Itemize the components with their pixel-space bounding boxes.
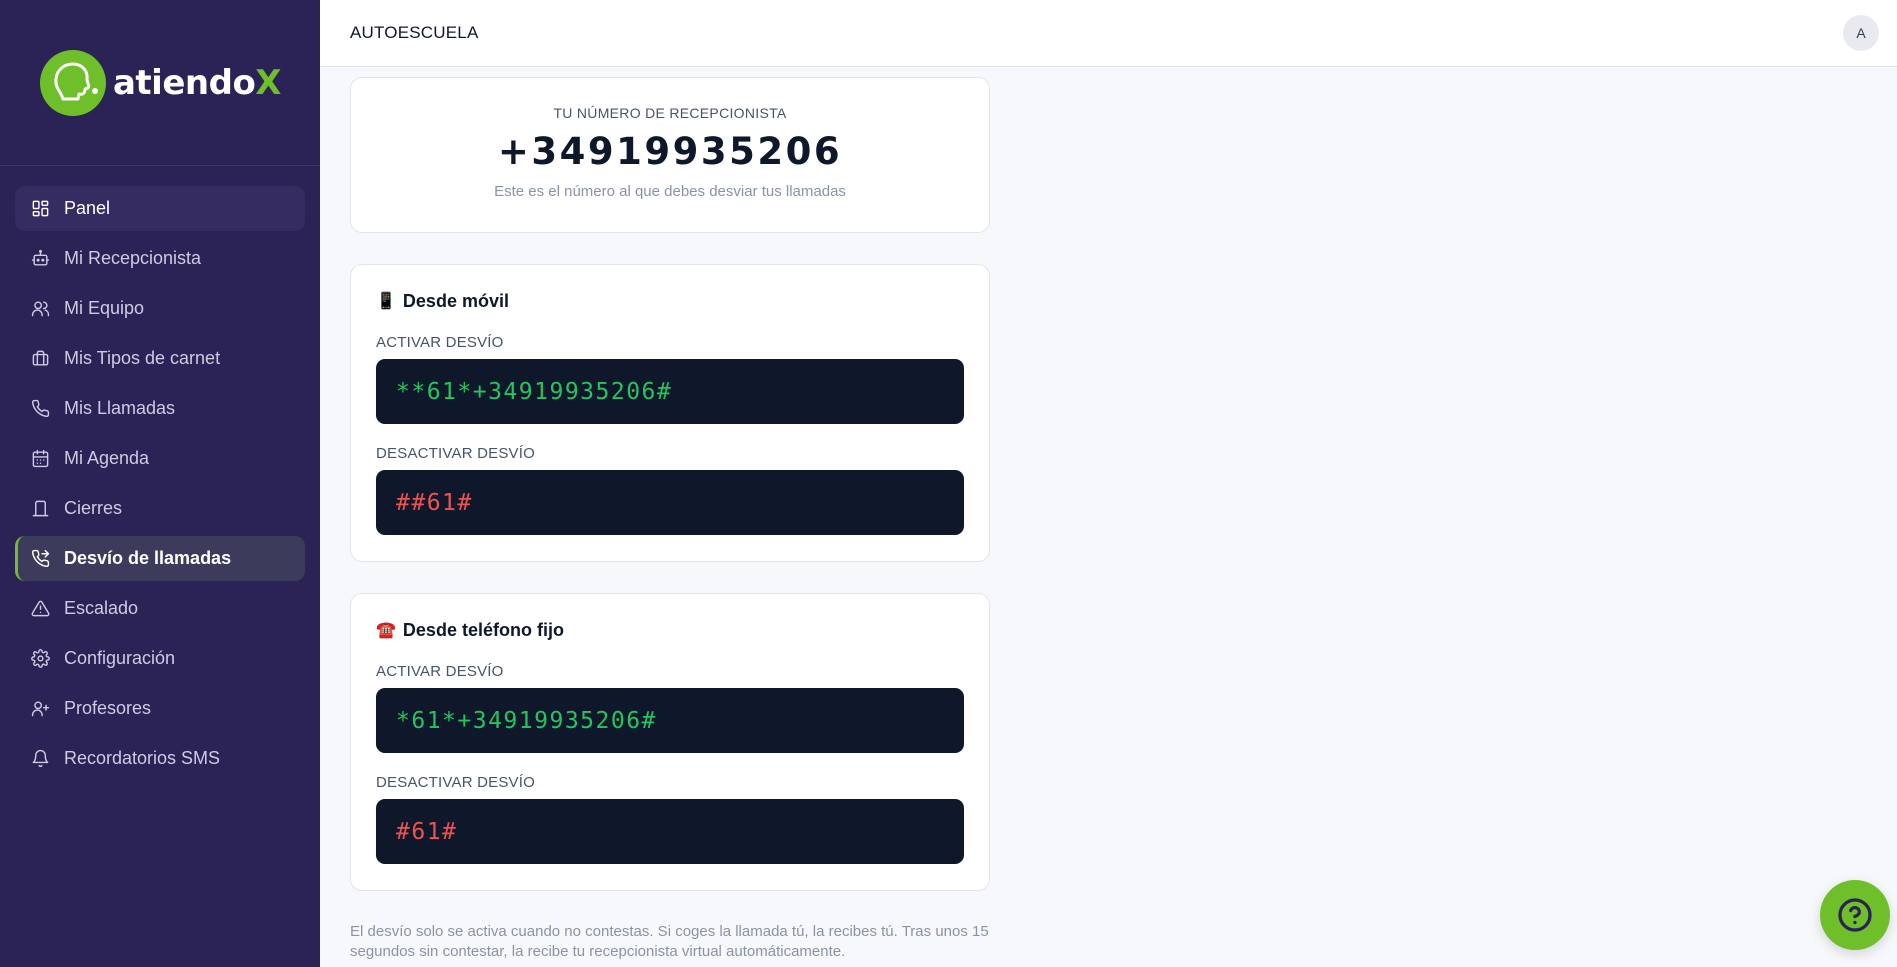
help-circle-icon — [1838, 898, 1872, 932]
alert-triangle-icon — [30, 599, 50, 619]
mobile-phone-icon: 📱 — [376, 293, 396, 310]
receptionist-number-hint: Este es el número al que debes desviar t… — [494, 183, 846, 200]
mobile-activate-label: ACTIVAR DESVÍO — [376, 334, 504, 351]
sidebar-item-label: Cierres — [64, 498, 123, 518]
phone-forward-icon — [30, 549, 50, 569]
robot-icon — [30, 249, 50, 269]
landline-deactivate-label: DESACTIVAR DESVÍO — [376, 774, 535, 791]
sidebar-item-label: Panel — [64, 198, 111, 218]
sidebar-item-escalado[interactable]: Escalado — [15, 586, 305, 631]
mobile-deactivate-code[interactable]: ##61# — [376, 470, 964, 535]
brand-accent: X — [255, 62, 282, 103]
sidebar-nav: Panel Mi Recepcionista Mi Equipo Mis Tip… — [0, 166, 320, 781]
sidebar-item-label: Recordatorios SMS — [64, 748, 221, 768]
briefcase-icon — [30, 349, 50, 369]
landline-forwarding-title: ☎️ Desde teléfono fijo — [376, 619, 964, 641]
logo-area: atiendoX — [0, 0, 320, 166]
sidebar-item-label: Mi Recepcionista — [64, 248, 202, 268]
avatar[interactable]: A — [1843, 15, 1879, 51]
gear-icon — [30, 649, 50, 669]
help-button[interactable] — [1820, 880, 1890, 950]
sidebar-item-profesores[interactable]: Profesores — [15, 686, 305, 731]
mobile-forwarding-card: 📱 Desde móvil ACTIVAR DESVÍO **61*+34919… — [350, 264, 990, 562]
telephone-icon: ☎️ — [376, 622, 396, 639]
sidebar-item-configuracion[interactable]: Configuración — [15, 636, 305, 681]
sidebar-item-panel[interactable]: Panel — [15, 186, 305, 231]
mobile-activate-code[interactable]: **61*+34919935206# — [376, 359, 964, 424]
main-content: TU NÚMERO DE RECEPCIONISTA +34919935206 … — [350, 77, 990, 962]
sidebar-item-mi-agenda[interactable]: Mi Agenda — [15, 436, 305, 481]
sidebar-item-mi-recepcionista[interactable]: Mi Recepcionista — [15, 236, 305, 281]
sidebar-item-mi-equipo[interactable]: Mi Equipo — [15, 286, 305, 331]
sidebar-item-desvio-de-llamadas[interactable]: Desvío de llamadas — [15, 536, 305, 581]
brand-name: atiendoX — [112, 62, 282, 103]
closure-icon — [30, 499, 50, 519]
brand-logo[interactable]: atiendoX — [39, 49, 282, 117]
landline-deactivate-code[interactable]: #61# — [376, 799, 964, 864]
sidebar-item-label: Mi Agenda — [64, 448, 150, 468]
sidebar-item-mis-llamadas[interactable]: Mis Llamadas — [15, 386, 305, 431]
sidebar-item-label: Configuración — [64, 648, 176, 668]
org-name: AUTOESCUELA — [350, 23, 479, 42]
receptionist-number: +34919935206 — [497, 130, 843, 173]
bell-icon — [30, 749, 50, 769]
sidebar-item-label: Mis Llamadas — [64, 398, 176, 418]
users-icon — [30, 299, 50, 319]
mobile-forwarding-title-text: Desde móvil — [402, 290, 509, 311]
sidebar-item-label: Mi Equipo — [64, 298, 145, 318]
top-header: AUTOESCUELA A — [320, 0, 1897, 67]
mobile-forwarding-title: 📱 Desde móvil — [376, 290, 964, 312]
receptionist-number-label: TU NÚMERO DE RECEPCIONISTA — [553, 105, 787, 121]
landline-activate-label: ACTIVAR DESVÍO — [376, 663, 504, 680]
user-plus-icon — [30, 699, 50, 719]
grid-icon — [30, 199, 50, 219]
sidebar-item-label: Profesores — [64, 698, 152, 718]
sidebar-item-label: Mis Tipos de carnet — [64, 348, 221, 368]
receptionist-number-card: TU NÚMERO DE RECEPCIONISTA +34919935206 … — [350, 77, 990, 233]
sidebar-item-recordatorios-sms[interactable]: Recordatorios SMS — [15, 736, 305, 781]
sidebar-item-mis-tipos-de-carnet[interactable]: Mis Tipos de carnet — [15, 336, 305, 381]
landline-activate-code[interactable]: *61*+34919935206# — [376, 688, 964, 753]
forwarding-footnote: El desvío solo se activa cuando no conte… — [350, 923, 989, 960]
sidebar-item-cierres[interactable]: Cierres — [15, 486, 305, 531]
logo-head-icon — [39, 49, 106, 116]
sidebar: atiendoX Panel Mi Recepcionista Mi Equip… — [0, 0, 320, 967]
phone-icon — [30, 399, 50, 419]
sidebar-item-label: Escalado — [64, 598, 139, 618]
landline-forwarding-card: ☎️ Desde teléfono fijo ACTIVAR DESVÍO *6… — [350, 593, 990, 891]
mobile-deactivate-label: DESACTIVAR DESVÍO — [376, 445, 535, 462]
landline-forwarding-title-text: Desde teléfono fijo — [402, 619, 564, 640]
calendar-icon — [30, 449, 50, 469]
sidebar-item-label: Desvío de llamadas — [64, 548, 232, 568]
